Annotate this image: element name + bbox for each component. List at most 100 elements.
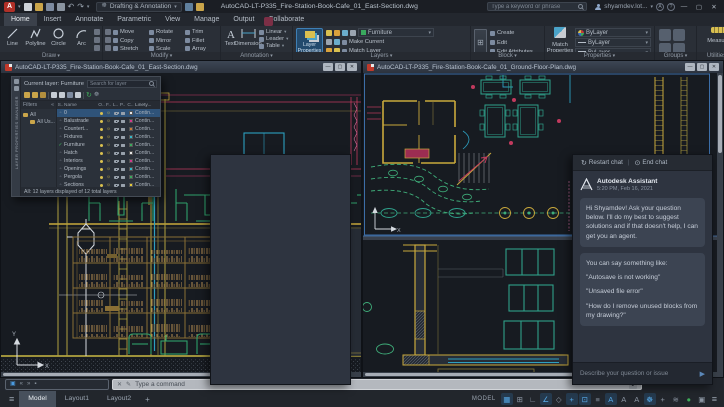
circle-tool[interactable]: Circle	[48, 27, 69, 47]
layers-panel-label[interactable]: Layers	[293, 52, 470, 60]
current-layer-dropdown[interactable]: Furniture	[358, 28, 434, 37]
graphics-performance-icon[interactable]: ●	[683, 393, 695, 405]
layer-freeze-icon[interactable]	[105, 150, 112, 156]
modify-tool[interactable]: Move	[113, 28, 147, 36]
ortho-mode-icon[interactable]: ∟	[527, 393, 539, 405]
layer-freeze-icon[interactable]	[105, 174, 112, 180]
layer-on-icon[interactable]	[100, 152, 103, 155]
groups-panel-label[interactable]: Groups	[655, 52, 696, 60]
layer-color-icon[interactable]	[350, 30, 356, 36]
hatch-tool-icon[interactable]	[94, 37, 100, 43]
block-panel-label[interactable]: Block	[471, 52, 544, 60]
layer-linetype[interactable]: Contin...	[135, 118, 160, 124]
layer-lock-icon[interactable]	[114, 168, 118, 171]
layer-color-swatch[interactable]	[129, 127, 133, 131]
filters-collapse-icon[interactable]: «	[51, 102, 54, 108]
qat-customize-icon[interactable]: ▾	[87, 4, 90, 10]
layer-lock-icon[interactable]	[114, 160, 118, 163]
Interiors[interactable]: Interiors Contin...	[57, 157, 160, 165]
layer-lock-icon[interactable]	[114, 112, 118, 115]
command-options-icon[interactable]: ▪	[34, 379, 36, 390]
layer-on-icon[interactable]	[100, 144, 103, 147]
refresh-icon[interactable]: ↻	[86, 92, 92, 99]
layer-freeze-icon[interactable]	[334, 30, 340, 36]
linetype-dropdown[interactable]: ByLayer	[575, 38, 651, 47]
new-layer-icon[interactable]	[51, 92, 57, 98]
make-current-button[interactable]: Make Current	[342, 38, 384, 46]
layer-plot-icon[interactable]	[121, 120, 125, 123]
group-icon[interactable]	[659, 29, 671, 41]
layer-lock-icon[interactable]	[114, 144, 118, 147]
layer-linetype[interactable]: Contin...	[135, 126, 160, 132]
chat-input[interactable]	[580, 370, 696, 377]
document-title-bar[interactable]: AutoCAD-LT-P335_Fire-Station-Book-Cafe_0…	[363, 61, 723, 73]
block-tool[interactable]: Edit	[490, 38, 533, 46]
ribbon-tab[interactable]: Insert	[37, 13, 69, 26]
group-edit-icon[interactable]	[659, 43, 671, 52]
layer-plot-icon[interactable]	[121, 160, 125, 163]
layer-plot-icon[interactable]	[121, 152, 125, 155]
layer-plot-icon[interactable]	[121, 168, 125, 171]
Furniture[interactable]: Furniture Contin...	[57, 141, 160, 149]
command-line[interactable]: ✕ ✎ ▴	[112, 379, 642, 390]
layer-linetype[interactable]: Contin...	[135, 142, 160, 148]
a360-icon[interactable]: A	[656, 3, 664, 11]
polyline-tool[interactable]: Polyline	[25, 27, 46, 47]
command-input[interactable]	[135, 381, 624, 388]
layer-unisolate-icon[interactable]	[334, 39, 340, 45]
annotation-autoscale-icon[interactable]: A	[618, 393, 630, 405]
annotation-scale-icon[interactable]: A	[631, 393, 643, 405]
dimension-tool[interactable]: Dimension	[239, 27, 257, 47]
layer-linetype[interactable]: Contin...	[135, 134, 160, 140]
ribbon-tab[interactable]: View	[158, 13, 187, 26]
new-vp-frozen-layer-icon[interactable]	[59, 92, 65, 98]
doc-close-button[interactable]: ✕	[347, 63, 357, 71]
isolate-objects-icon[interactable]: ≋	[670, 393, 682, 405]
layer-lock-icon[interactable]	[114, 152, 118, 155]
offset-tool-icon[interactable]	[105, 45, 111, 51]
annotation-panel-label[interactable]: Annotation	[221, 52, 292, 60]
layer-plot-icon[interactable]	[121, 128, 125, 131]
modify-panel-label[interactable]: Modify	[103, 52, 220, 60]
ribbon-tab[interactable]: Output	[226, 13, 261, 26]
plot-icon[interactable]	[57, 3, 65, 11]
layer-freeze-icon[interactable]	[105, 126, 112, 132]
layer-color-swatch[interactable]	[129, 135, 133, 139]
ribbon-tab[interactable]: Home	[4, 13, 37, 26]
object-snap-tracking-icon[interactable]: +	[566, 393, 578, 405]
snap-mode-icon[interactable]: ⊞	[514, 393, 526, 405]
layer-plot-icon[interactable]	[121, 112, 125, 115]
arc-tool[interactable]: Arc	[71, 27, 92, 47]
command-close-icon[interactable]: ✕	[117, 381, 122, 388]
layer-lock-icon[interactable]	[114, 120, 118, 123]
modify-tool[interactable]: Stretch	[113, 45, 147, 52]
layer-linetype[interactable]: Contin...	[135, 166, 160, 172]
layer-on-icon[interactable]	[100, 160, 103, 163]
Fixtures[interactable]: Fixtures Contin...	[57, 133, 160, 141]
layer-grid-header[interactable]: S.. Name O.. F.. L.. P.. C.. Linety...	[57, 101, 160, 109]
annotation-tool[interactable]: Leader	[259, 36, 288, 42]
gradient-tool-icon[interactable]	[94, 45, 100, 51]
set-current-layer-icon[interactable]	[75, 92, 81, 98]
delete-layer-icon[interactable]	[67, 92, 73, 98]
layer-linetype[interactable]: Contin...	[135, 174, 160, 180]
isodraft-icon[interactable]: ◇	[553, 393, 565, 405]
layer-plot-icon[interactable]	[121, 136, 125, 139]
layer-freeze-icon[interactable]	[105, 142, 112, 148]
layer-plot-icon[interactable]	[121, 176, 125, 179]
draw-panel-label[interactable]: Draw	[0, 52, 102, 60]
annotation-monitor-icon[interactable]: +	[657, 393, 669, 405]
layer-properties-button[interactable]: Layer Properties	[296, 28, 323, 52]
explode-tool-icon[interactable]	[105, 37, 111, 43]
doc-restore-button[interactable]: ▢	[335, 63, 345, 71]
model-space-label[interactable]: MODEL	[472, 396, 496, 402]
layer-lock-icon[interactable]	[114, 176, 118, 179]
layer-linetype[interactable]: Contin...	[135, 110, 160, 116]
layer-on-icon[interactable]	[100, 176, 103, 179]
layer-lock-icon[interactable]	[342, 30, 348, 36]
help-search-input[interactable]	[491, 4, 576, 10]
modify-tool[interactable]: Mirror	[149, 36, 183, 44]
workspace-switching-icon[interactable]: ☸	[644, 393, 656, 405]
layer-on-icon[interactable]	[100, 120, 103, 123]
layer-on-icon[interactable]	[100, 136, 103, 139]
